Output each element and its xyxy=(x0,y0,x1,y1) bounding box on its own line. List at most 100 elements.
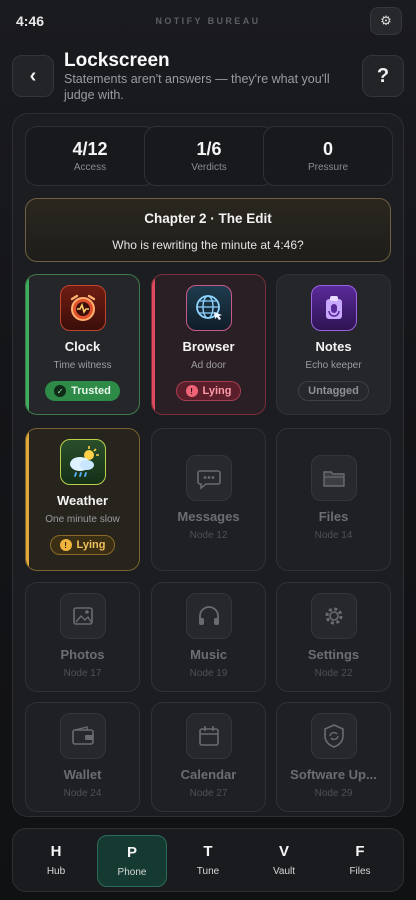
stat-label: Pressure xyxy=(307,162,348,173)
app-name: Settings xyxy=(307,647,360,662)
nav-key: H xyxy=(50,843,62,860)
photos-icon xyxy=(59,593,106,639)
nav-label: Tune xyxy=(196,866,220,877)
bottom-nav: H Hub P Phone T Tune V Vault F Files xyxy=(12,828,404,892)
page-title: Lockscreen xyxy=(64,50,170,71)
chevron-left-icon: ‹ xyxy=(29,64,37,87)
app-node: Node 17 xyxy=(63,668,102,679)
gear-icon: ⚙ xyxy=(380,13,392,28)
app-node: Node 12 xyxy=(189,530,228,541)
alert-icon: ! xyxy=(59,539,72,551)
nav-item-hub[interactable]: H Hub xyxy=(21,835,91,887)
app-name: Messages xyxy=(177,509,240,524)
headphones-icon xyxy=(185,593,232,639)
app-tile-browser[interactable]: Browser Ad door ! Lying xyxy=(151,274,266,415)
app-role: Time witness xyxy=(53,360,112,371)
status-stripe xyxy=(26,275,29,414)
back-button[interactable]: ‹ xyxy=(12,55,54,97)
nav-item-tune[interactable]: T Tune xyxy=(173,835,243,887)
nav-label: Phone xyxy=(117,867,147,878)
folder-icon xyxy=(310,455,357,501)
stat-value: 0 xyxy=(322,139,333,159)
alert-icon: ! xyxy=(185,385,198,397)
nav-key: V xyxy=(278,843,289,860)
page-subtitle: Statements aren't answers — they're what… xyxy=(64,72,330,102)
app-role: One minute slow xyxy=(45,514,120,525)
app-tile-wallet[interactable]: Wallet Node 24 xyxy=(25,702,140,812)
app-name: Music xyxy=(190,647,227,662)
app-tile-music[interactable]: Music Node 19 xyxy=(151,582,266,692)
app-tile-settings[interactable]: Settings Node 22 xyxy=(276,582,391,692)
chapter-card: Chapter 2 · The Edit Who is rewriting th… xyxy=(25,198,391,262)
question-icon: ? xyxy=(376,64,390,87)
app-node: Node 29 xyxy=(314,788,353,799)
app-tile-photos[interactable]: Photos Node 17 xyxy=(25,582,140,692)
app-tile-files[interactable]: Files Node 14 xyxy=(276,428,391,571)
app-name: Wallet xyxy=(63,767,102,782)
app-tile-calendar[interactable]: Calendar Node 27 xyxy=(151,702,266,812)
alarm-clock-icon xyxy=(59,285,106,331)
nav-label: Files xyxy=(349,866,371,877)
status-stripe xyxy=(152,275,155,414)
app-tile-weather[interactable]: Weather One minute slow ! Lying xyxy=(25,428,140,571)
app-node: Node 14 xyxy=(314,530,353,541)
status-badge: ! Lying xyxy=(49,535,116,555)
app-name: Browser xyxy=(182,339,235,354)
stat-value: 4/12 xyxy=(72,139,108,159)
app-name: Software Up... xyxy=(290,767,377,782)
stat-label: Verdicts xyxy=(191,162,227,173)
nav-item-vault[interactable]: V Vault xyxy=(249,835,319,887)
settings-button[interactable]: ⚙ xyxy=(370,7,402,35)
wallet-icon xyxy=(59,713,106,759)
check-icon: ✓ xyxy=(54,385,67,397)
app-node: Node 22 xyxy=(314,668,353,679)
badge-label: Lying xyxy=(76,539,106,551)
status-badge: Untagged xyxy=(298,381,369,401)
app-brand: NOTIFY BUREAU xyxy=(155,16,261,26)
lockscreen-panel: 4/12 Access 1/6 Verdicts 0 Pressure Chap… xyxy=(12,113,404,817)
badge-label: Lying xyxy=(202,385,232,397)
nav-item-files[interactable]: F Files xyxy=(325,835,395,887)
nav-key: T xyxy=(203,843,213,860)
nav-item-phone[interactable]: P Phone xyxy=(97,835,167,887)
weather-icon xyxy=(59,439,106,485)
app-role: Ad door xyxy=(190,360,227,371)
app-role: Echo keeper xyxy=(305,360,362,371)
stat-verdicts: 1/6 Verdicts xyxy=(144,126,274,186)
badge-label: Untagged xyxy=(308,385,359,397)
app-name: Notes xyxy=(315,339,352,354)
nav-key: F xyxy=(355,843,365,860)
status-badge: ✓ Trusted xyxy=(45,381,120,401)
help-button[interactable]: ? xyxy=(362,55,404,97)
app-node: Node 19 xyxy=(189,668,228,679)
update-shield-icon xyxy=(310,713,357,759)
app-node: Node 27 xyxy=(189,788,228,799)
chat-bubble-icon xyxy=(185,455,232,501)
badge-label: Trusted xyxy=(71,385,111,397)
app-name: Clock xyxy=(64,339,101,354)
status-stripe xyxy=(26,429,29,570)
nav-key: P xyxy=(126,844,137,861)
status-bar: 4:46 NOTIFY BUREAU ⚙ xyxy=(0,0,416,42)
settings-gear-icon xyxy=(310,593,357,639)
app-name: Files xyxy=(318,509,349,524)
app-name: Weather xyxy=(56,493,109,508)
nav-label: Hub xyxy=(46,866,66,877)
app-tile-software-update[interactable]: Software Up... Node 29 xyxy=(276,702,391,812)
app-name: Photos xyxy=(60,647,105,662)
app-name: Calendar xyxy=(180,767,237,782)
stat-value: 1/6 xyxy=(196,139,222,159)
stat-label: Access xyxy=(73,162,107,173)
stat-pressure: 0 Pressure xyxy=(263,126,393,186)
calendar-icon xyxy=(185,713,232,759)
nav-label: Vault xyxy=(272,866,296,877)
app-tile-notes[interactable]: Notes Echo keeper Untagged xyxy=(276,274,391,415)
app-tile-messages[interactable]: Messages Node 12 xyxy=(151,428,266,571)
chapter-question: Who is rewriting the minute at 4:46? xyxy=(112,238,304,252)
app-tile-clock[interactable]: Clock Time witness ✓ Trusted xyxy=(25,274,140,415)
notes-icon xyxy=(310,285,357,331)
chapter-title: Chapter 2 · The Edit xyxy=(144,211,272,226)
app-node: Node 24 xyxy=(63,788,102,799)
stat-access: 4/12 Access xyxy=(25,126,155,186)
globe-icon xyxy=(185,285,232,331)
